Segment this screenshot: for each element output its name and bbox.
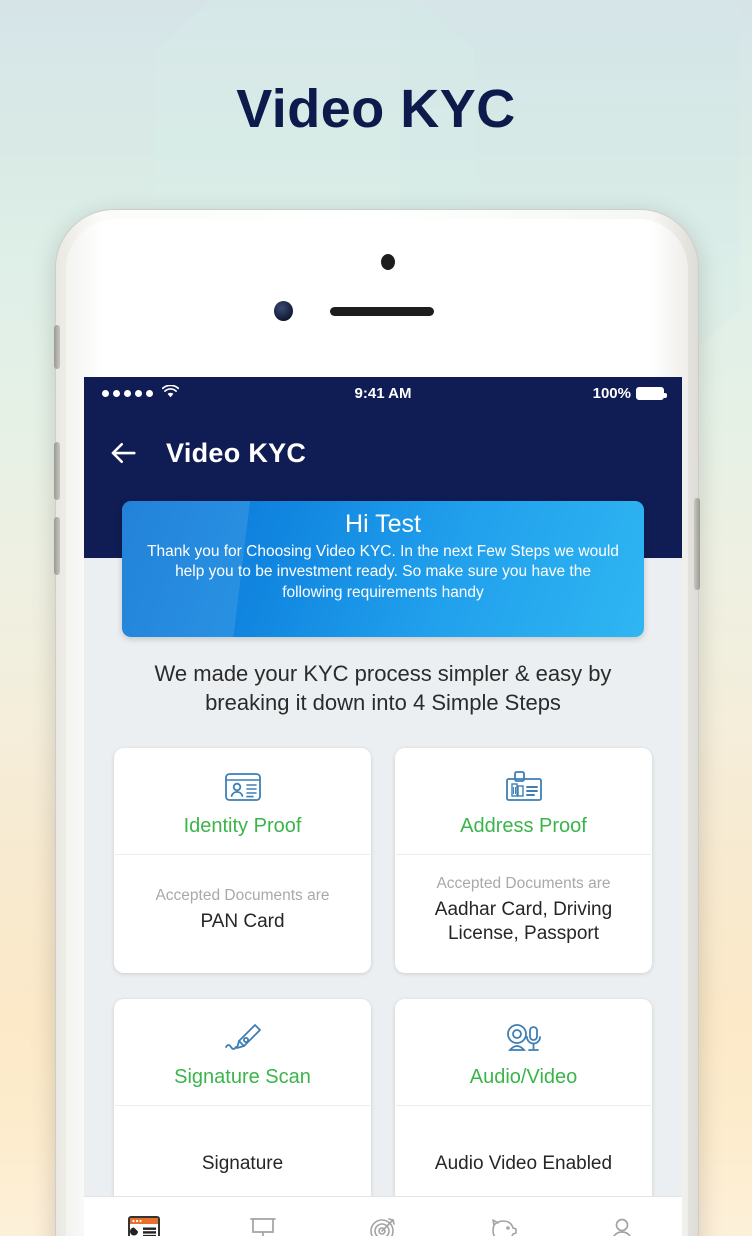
nav-item-invest[interactable]: Invest (443, 1210, 563, 1236)
earpiece-speaker (330, 307, 434, 316)
card-title: Identity Proof (183, 815, 302, 837)
accepted-documents-label: Accepted Documents are (155, 886, 330, 904)
card-body: Accepted Documents are Aadhar Card, Driv… (395, 855, 652, 973)
phone-body: 9:41 AM 100% Video KYC Hi Test Thank you (66, 219, 688, 1236)
address-card-icon (395, 766, 652, 808)
webcam-mic-icon (395, 1017, 652, 1059)
card-header: Audio/Video (395, 999, 652, 1105)
card-title: Address Proof (460, 815, 587, 837)
nav-item-account[interactable]: Account (562, 1210, 682, 1236)
requirement-card-identity-proof[interactable]: Identity Proof Accepted Documents are PA… (114, 748, 371, 973)
bottom-navigation-bar: Dashboard Learn (84, 1196, 682, 1236)
intro-text: We made your KYC process simpler & easy … (154, 661, 612, 716)
status-bar: 9:41 AM 100% (84, 377, 682, 410)
card-body: Accepted Documents are PAN Card (114, 855, 371, 973)
card-header: Signature Scan (114, 999, 371, 1105)
page-title: Video KYC (236, 79, 516, 139)
card-title: Audio/Video (469, 1066, 578, 1088)
requirement-cards-grid: Identity Proof Accepted Documents are PA… (114, 748, 652, 1224)
power-button[interactable] (694, 498, 700, 590)
requirement-card-address-proof[interactable]: Address Proof Accepted Documents are Aad… (395, 748, 652, 973)
card-header: Identity Proof (114, 748, 371, 854)
greeting-message: Thank you for Choosing Video KYC. In the… (147, 543, 619, 601)
status-bar-right: 100% (592, 385, 667, 402)
accepted-documents-value: Aadhar Card, Driving License, Passport (434, 899, 613, 944)
nav-item-goal[interactable]: Goal (323, 1210, 443, 1236)
piggy-bank-icon (443, 1210, 563, 1236)
battery-icon (636, 387, 667, 400)
accepted-documents-label: Accepted Documents are (436, 875, 611, 893)
accepted-documents-value: Audio Video Enabled (434, 1152, 613, 1174)
card-header: Address Proof (395, 748, 652, 854)
signature-pen-icon (114, 1017, 371, 1059)
phone-screen: 9:41 AM 100% Video KYC Hi Test Thank you (84, 377, 682, 1236)
phone-mockup: 9:41 AM 100% Video KYC Hi Test Thank you (54, 210, 700, 1236)
app-bar-title: Video KYC (166, 438, 307, 468)
greeting-card: Hi Test Thank you for Choosing Video KYC… (122, 501, 644, 637)
card-title: Signature Scan (174, 1066, 311, 1088)
requirement-card-audio-video[interactable]: Audio/Video Audio Video Enabled (395, 999, 652, 1224)
dashboard-icon (84, 1210, 204, 1236)
presentation-icon (204, 1210, 324, 1236)
person-account-icon (562, 1210, 682, 1236)
id-card-icon (114, 766, 371, 808)
accepted-documents-value: PAN Card (200, 910, 285, 932)
requirement-card-signature-scan[interactable]: Signature Scan Signature (114, 999, 371, 1224)
battery-percent-label: 100% (592, 385, 631, 402)
greeting-title: Hi Test (345, 510, 421, 538)
back-arrow-icon[interactable] (108, 438, 138, 468)
volume-up-button[interactable] (54, 442, 60, 500)
front-camera-icon (274, 301, 293, 321)
rear-camera-dot-icon (381, 254, 395, 270)
target-goal-icon (323, 1210, 443, 1236)
accepted-documents-value: Signature (201, 1152, 284, 1174)
volume-down-button[interactable] (54, 517, 60, 575)
silent-switch-button[interactable] (54, 325, 60, 369)
nav-item-learn[interactable]: Learn (204, 1210, 324, 1236)
nav-item-dashboard[interactable]: Dashboard (84, 1210, 204, 1236)
